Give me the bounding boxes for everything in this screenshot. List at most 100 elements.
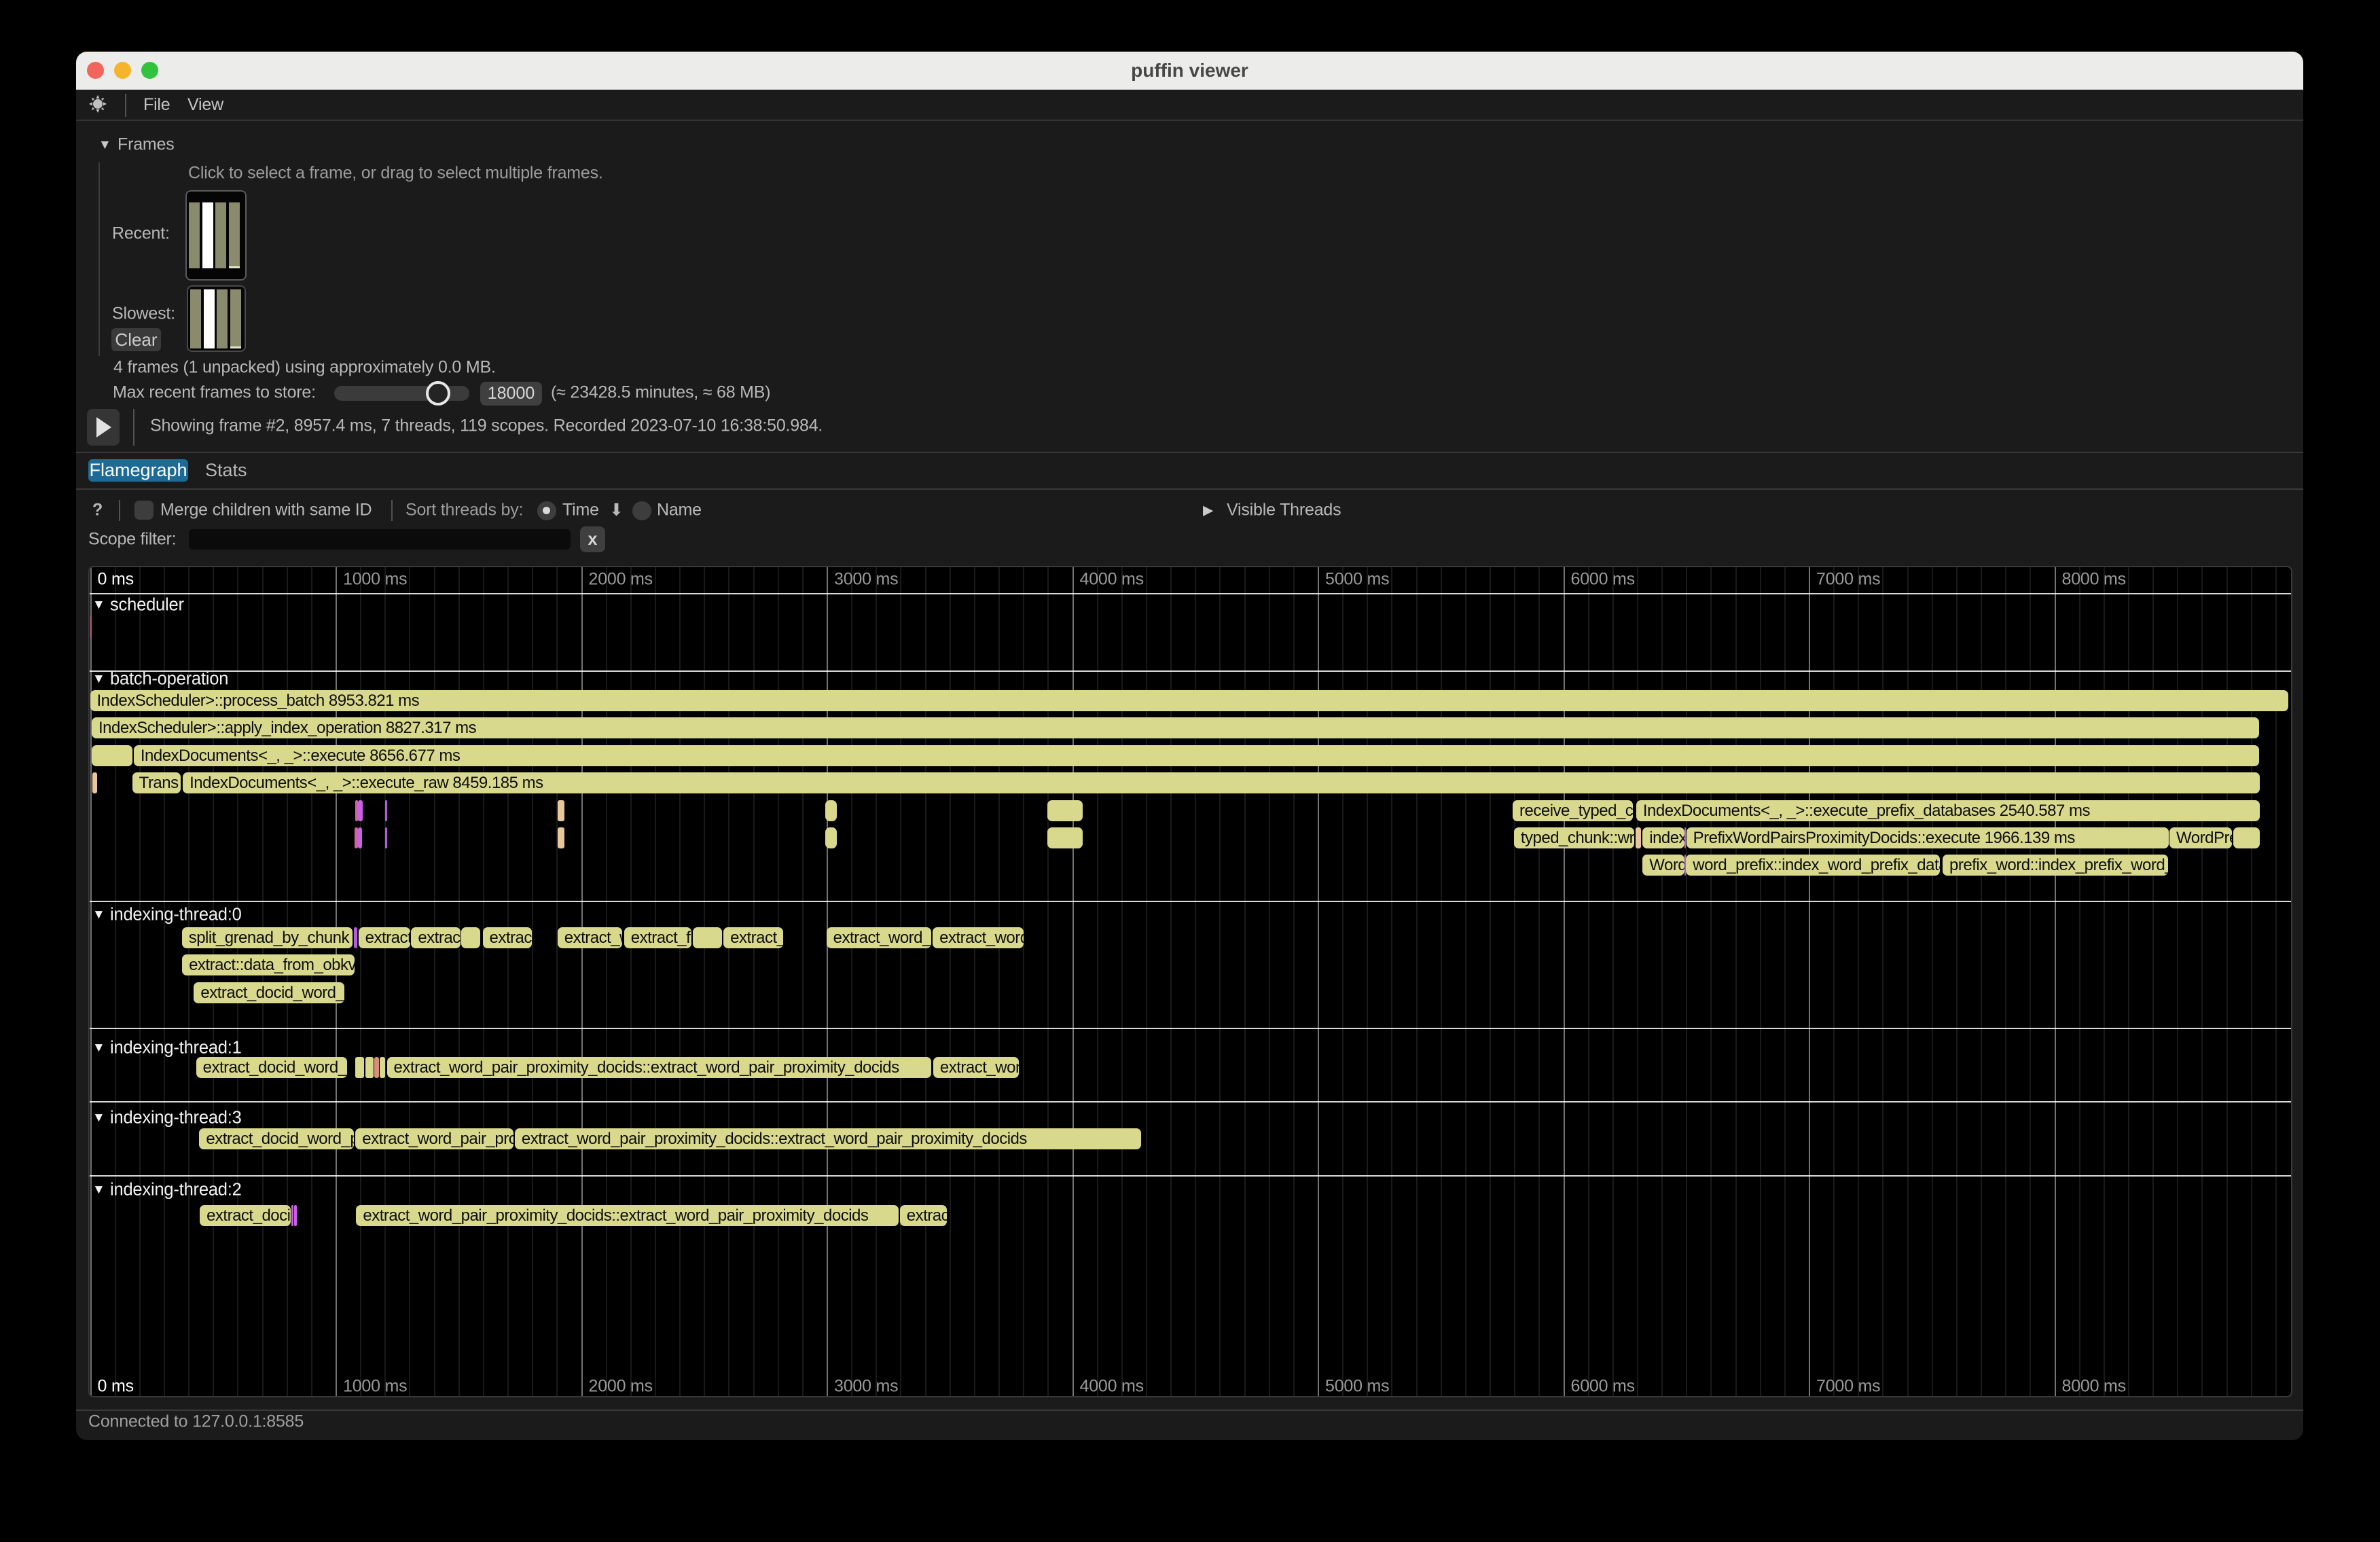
- scope-bar[interactable]: [354, 927, 357, 948]
- scope-bar[interactable]: [1684, 827, 1686, 848]
- scope-bar[interactable]: [374, 1057, 379, 1078]
- scope-filter-input[interactable]: [189, 529, 571, 550]
- max-frames-value[interactable]: 18000: [480, 382, 542, 406]
- scope-bar[interactable]: WordPrefixDocids::execute: [1642, 855, 1684, 876]
- scope-bar[interactable]: extract_docid_word_positions: [194, 982, 344, 1003]
- scope-bar[interactable]: extract_word_pair_proximity_docids: [355, 1128, 513, 1149]
- scope-bar[interactable]: [380, 1057, 385, 1078]
- scope-bar[interactable]: [358, 800, 363, 821]
- recent-frames-thumbnail[interactable]: [185, 190, 247, 281]
- scope-bar[interactable]: extract_word_docids: [359, 927, 410, 948]
- scope-bar[interactable]: [1636, 827, 1641, 848]
- scope-bar-label: extract_docid_word_positions: [194, 982, 344, 1003]
- scope-bar[interactable]: [1047, 827, 1083, 848]
- scope-bar[interactable]: extract_facet_number_docids: [411, 927, 460, 948]
- sort-name-radio[interactable]: [632, 501, 651, 520]
- scope-bar[interactable]: IndexDocuments<_, _>::execute 8656.677 m…: [134, 745, 2260, 766]
- menubar-separator: [125, 94, 126, 117]
- visible-threads-collapse-icon[interactable]: ▶: [1203, 502, 1213, 519]
- scope-bar[interactable]: [461, 927, 480, 948]
- scope-bar[interactable]: [294, 1205, 297, 1226]
- slowest-frames-thumbnail[interactable]: [187, 285, 246, 352]
- tab-stats[interactable]: Stats: [205, 459, 247, 482]
- clear-filter-button[interactable]: x: [580, 526, 605, 552]
- flamegraph-canvas[interactable]: 0 ms1000 ms2000 ms3000 ms4000 ms5000 ms6…: [88, 566, 2292, 1397]
- scope-bar[interactable]: index_word_prefix_database: [1642, 827, 1684, 848]
- scope-bar[interactable]: typed_chunk::write_typed_chunk_into_inde…: [1514, 827, 1634, 848]
- frames-summary: 4 frames (1 unpacked) using approximatel…: [113, 358, 496, 378]
- scope-bar[interactable]: [558, 827, 564, 848]
- scope-bar[interactable]: Trans: [132, 772, 181, 793]
- frame-bar: [217, 289, 228, 348]
- scope-bar[interactable]: [291, 1205, 293, 1226]
- scope-bar[interactable]: [385, 827, 387, 848]
- scope-bar[interactable]: [825, 827, 837, 848]
- scope-bar[interactable]: WordPrefixDocids::execute: [2169, 827, 2232, 848]
- slider-knob[interactable]: [426, 381, 450, 406]
- scope-bar[interactable]: IndexScheduler>::apply_index_operation 8…: [92, 717, 2259, 738]
- menubar: File View: [76, 90, 2303, 121]
- scope-bar[interactable]: [355, 1057, 364, 1078]
- scope-bar-label: IndexScheduler>::process_batch 8953.821 …: [90, 690, 2289, 711]
- scope-bar[interactable]: [825, 800, 837, 821]
- scope-bar[interactable]: [365, 1057, 374, 1078]
- window-title: puffin viewer: [76, 52, 2303, 90]
- scope-bar[interactable]: split_grenad_by_chunk: [182, 927, 353, 948]
- menu-view[interactable]: View: [187, 90, 223, 120]
- scope-bar[interactable]: [693, 927, 721, 948]
- scope-bar[interactable]: [558, 800, 564, 821]
- help-button[interactable]: ?: [92, 501, 103, 520]
- scope-bar[interactable]: extract_word_position_docids: [900, 1205, 947, 1226]
- frame-bar-highlight: [230, 346, 241, 348]
- merge-label[interactable]: Merge children with same ID: [160, 501, 372, 520]
- scope-bar[interactable]: prefix_word::index_prefix_word_database: [1943, 855, 2168, 876]
- scope-bar[interactable]: [358, 827, 362, 848]
- scope-bar[interactable]: extract_word_position_docids: [558, 927, 622, 948]
- axis-tick-label: 3000 ms: [834, 570, 899, 590]
- playback-separator: [133, 409, 134, 446]
- scope-bar[interactable]: extract_word_pair_proximity_docids::extr…: [356, 1205, 898, 1226]
- scope-bar[interactable]: IndexDocuments<_, _>::execute_raw 8459.1…: [183, 772, 2260, 793]
- scope-bar-label: PrefixWordPairsProximityDocids::execute …: [1687, 827, 2169, 848]
- scope-bar[interactable]: extract_docid_word_positions: [200, 1205, 291, 1226]
- scope-bar[interactable]: extract_word_docids: [827, 927, 931, 948]
- sort-name-label[interactable]: Name: [657, 501, 702, 520]
- scope-bar[interactable]: IndexDocuments<_, _>::execute_prefix_dat…: [1636, 800, 2260, 821]
- scope-bar[interactable]: IndexScheduler>::process_batch 8953.821 …: [90, 690, 2289, 711]
- scope-bar[interactable]: extract_docid_word_positions: [196, 1057, 347, 1078]
- scope-bar[interactable]: extract_geo_points: [723, 927, 783, 948]
- axis-tick-label: 4000 ms: [1080, 570, 1144, 590]
- scope-bar[interactable]: [385, 800, 387, 821]
- app-window: puffin viewer File View ▼ Frames Click t…: [76, 52, 2303, 1440]
- scope-bar[interactable]: extract_word_position_docids: [933, 1057, 1020, 1078]
- scope-bar[interactable]: extract::data_from_obkv_documents: [182, 954, 355, 975]
- tab-flamegraph[interactable]: Flamegraph: [88, 459, 188, 482]
- visible-threads-label[interactable]: Visible Threads: [1227, 501, 1341, 520]
- scope-bar[interactable]: extract_facet_string_docids: [483, 927, 532, 948]
- scope-bar[interactable]: extract_fid_docid_facet_values: [624, 927, 691, 948]
- scope-bar[interactable]: extract_docid_word_positions: [199, 1128, 353, 1149]
- scope-bar[interactable]: word_prefix::index_word_prefix_database: [1686, 855, 1940, 876]
- scope-bar[interactable]: extract_word_position_docids: [933, 927, 1024, 948]
- scope-bar[interactable]: [2233, 827, 2260, 848]
- frames-collapse-icon[interactable]: ▼: [98, 138, 111, 153]
- thread-name: indexing-thread:2: [110, 1180, 242, 1200]
- thread-name: batch-operation: [110, 670, 228, 689]
- scope-bar[interactable]: extract_word_pair_proximity_docids::extr…: [515, 1128, 1141, 1149]
- scope-bar[interactable]: [1047, 800, 1083, 821]
- sort-time-label[interactable]: Time: [562, 501, 599, 520]
- scope-bar[interactable]: PrefixWordPairsProximityDocids::execute …: [1687, 827, 2169, 848]
- frames-header[interactable]: Frames: [118, 135, 175, 155]
- scope-bar[interactable]: [92, 772, 97, 793]
- menu-file[interactable]: File: [143, 90, 170, 120]
- scope-bar[interactable]: [92, 745, 132, 766]
- scope-bar-label: extract::data_from_obkv_documents: [182, 954, 355, 975]
- sort-time-radio[interactable]: [537, 501, 556, 520]
- scope-bar[interactable]: extract_word_pair_proximity_docids::extr…: [387, 1057, 931, 1078]
- thread-separator: [90, 1175, 2291, 1177]
- merge-checkbox[interactable]: [134, 501, 154, 520]
- clear-button[interactable]: Clear: [111, 328, 161, 351]
- sun-icon[interactable]: [89, 95, 107, 113]
- scope-bar[interactable]: receive_typed_chunk: [1513, 800, 1633, 821]
- play-button[interactable]: [87, 409, 120, 446]
